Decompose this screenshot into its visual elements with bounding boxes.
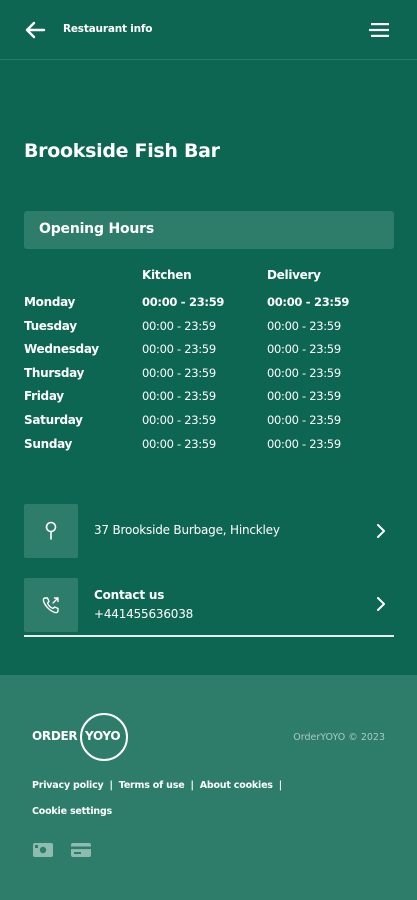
logo-order-text: ORDER bbox=[32, 729, 78, 743]
kitchen-hours: 00:00 - 23:59 bbox=[142, 342, 216, 357]
privacy-policy-link[interactable]: Privacy policy bbox=[32, 780, 104, 791]
address-text: 37 Brookside Burbage, Hinckley bbox=[94, 523, 280, 537]
day-label: Wednesday bbox=[24, 342, 99, 357]
contact-icon-box bbox=[24, 578, 78, 632]
footer: ORDER YOYO OrderYOYO © 2023 Privacy poli… bbox=[0, 675, 417, 900]
hours-row: Monday 00:00 - 23:59 00:00 - 23:59 bbox=[24, 295, 394, 319]
hours-row: Thursday 00:00 - 23:59 00:00 - 23:59 bbox=[24, 366, 394, 390]
map-pin-icon bbox=[45, 521, 57, 540]
hours-row: Friday 00:00 - 23:59 00:00 - 23:59 bbox=[24, 389, 394, 413]
delivery-hours: 00:00 - 23:59 bbox=[267, 342, 341, 357]
card-icon bbox=[71, 843, 91, 857]
delivery-hours: 00:00 - 23:59 bbox=[267, 295, 350, 309]
kitchen-hours: 00:00 - 23:59 bbox=[142, 389, 216, 404]
hours-row: Wednesday 00:00 - 23:59 00:00 - 23:59 bbox=[24, 342, 394, 366]
kitchen-hours: 00:00 - 23:59 bbox=[142, 295, 225, 309]
link-separator: | bbox=[278, 780, 283, 791]
kitchen-hours: 00:00 - 23:59 bbox=[142, 318, 216, 333]
kitchen-hours: 00:00 - 23:59 bbox=[142, 365, 216, 380]
delivery-hours: 00:00 - 23:59 bbox=[267, 436, 341, 451]
hours-row: Sunday 00:00 - 23:59 00:00 - 23:59 bbox=[24, 437, 394, 461]
hours-header-row: Kitchen Delivery bbox=[24, 268, 394, 295]
day-label: Tuesday bbox=[24, 318, 77, 333]
back-button[interactable] bbox=[24, 20, 46, 40]
terms-of-use-link[interactable]: Terms of use bbox=[119, 780, 185, 791]
menu-button[interactable] bbox=[369, 22, 389, 38]
contact-title: Contact us bbox=[94, 588, 165, 602]
cash-icon bbox=[33, 843, 53, 857]
top-bar: Restaurant info bbox=[0, 0, 417, 60]
opening-hours-table: Kitchen Delivery Monday 00:00 - 23:59 00… bbox=[24, 268, 394, 460]
delivery-hours: 00:00 - 23:59 bbox=[267, 318, 341, 333]
day-label: Monday bbox=[24, 295, 76, 309]
arrow-left-icon bbox=[25, 21, 46, 39]
day-label: Saturday bbox=[24, 412, 83, 427]
restaurant-name: Brookside Fish Bar bbox=[24, 140, 220, 162]
payment-icons bbox=[32, 842, 92, 858]
orderyoyo-logo[interactable]: ORDER YOYO bbox=[32, 713, 132, 763]
chevron-right-icon bbox=[377, 597, 385, 611]
contact-row[interactable]: Contact us +441455636038 bbox=[24, 578, 394, 637]
contact-phone: +441455636038 bbox=[94, 607, 194, 621]
kitchen-hours: 00:00 - 23:59 bbox=[142, 412, 216, 427]
link-separator: | bbox=[190, 780, 194, 791]
logo-yoyo-text: YOYO bbox=[85, 729, 121, 743]
kitchen-column-header: Kitchen bbox=[142, 268, 192, 282]
opening-hours-title: Opening Hours bbox=[39, 221, 154, 237]
address-icon-box bbox=[24, 504, 78, 558]
delivery-hours: 00:00 - 23:59 bbox=[267, 389, 341, 404]
delivery-column-header: Delivery bbox=[267, 268, 321, 282]
day-label: Sunday bbox=[24, 436, 73, 451]
kitchen-hours: 00:00 - 23:59 bbox=[142, 436, 216, 451]
opening-hours-header: Opening Hours bbox=[24, 211, 394, 249]
address-row[interactable]: 37 Brookside Burbage, Hinckley bbox=[24, 504, 394, 560]
cookie-settings-link[interactable]: Cookie settings bbox=[32, 806, 112, 817]
chevron-right-icon bbox=[377, 524, 385, 538]
copyright-text: OrderYOYO © 2023 bbox=[293, 732, 385, 743]
hours-row: Tuesday 00:00 - 23:59 00:00 - 23:59 bbox=[24, 319, 394, 343]
delivery-hours: 00:00 - 23:59 bbox=[267, 412, 341, 427]
about-cookies-link[interactable]: About cookies bbox=[200, 780, 273, 791]
link-separator: | bbox=[109, 780, 114, 791]
footer-links: Privacy policy | Terms of use | About cookie… bbox=[32, 780, 288, 791]
day-label: Thursday bbox=[24, 365, 85, 380]
page-title: Restaurant info bbox=[63, 23, 153, 35]
day-label: Friday bbox=[24, 389, 64, 404]
hamburger-menu-icon bbox=[369, 23, 389, 37]
phone-icon bbox=[42, 597, 59, 614]
delivery-hours: 00:00 - 23:59 bbox=[267, 365, 341, 380]
hours-row: Saturday 00:00 - 23:59 00:00 - 23:59 bbox=[24, 413, 394, 437]
